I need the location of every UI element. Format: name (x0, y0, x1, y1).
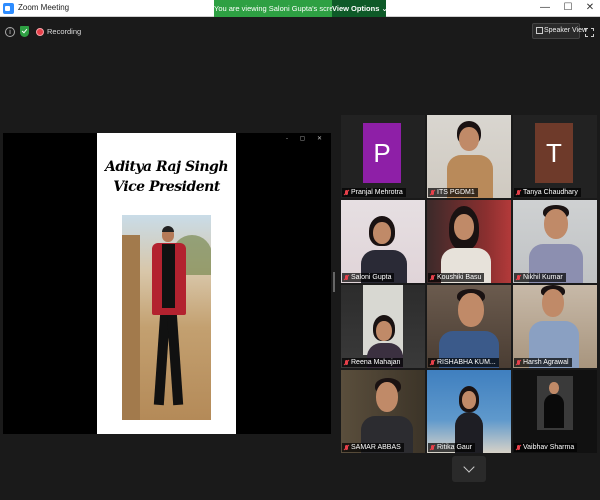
fullscreen-icon[interactable] (585, 28, 594, 37)
participant-tile[interactable]: Saloni Gupta (341, 200, 425, 283)
mic-muted-icon (516, 275, 521, 281)
speaker-view-button[interactable]: Speaker View (532, 23, 587, 39)
participant-name: Tanya Chaudhary (523, 189, 578, 196)
gallery-next-page-button[interactable] (452, 456, 486, 482)
slide-photo (122, 215, 211, 420)
share-banner: You are viewing Saloni Gupta's screen (214, 0, 332, 17)
avatar: P (363, 123, 401, 183)
mic-muted-icon (516, 360, 521, 366)
mic-muted-icon (344, 445, 349, 451)
participant-name: Ritika Gaur (437, 444, 473, 451)
participant-tile[interactable]: Koushiki Basu (427, 200, 511, 283)
participant-tile[interactable]: Nikhil Kumar (513, 200, 597, 283)
participant-name: RISHABHA KUM... (437, 359, 496, 366)
mic-muted-icon (344, 190, 349, 196)
grid-icon (536, 27, 543, 34)
zoom-logo-icon (3, 3, 14, 14)
avatar: T (535, 123, 573, 183)
slide: Aditya Raj Singh Vice President (97, 133, 236, 434)
participant-name: SAMAR ABBAS (351, 444, 401, 451)
mic-muted-icon (344, 360, 349, 366)
speaker-view-label: Speaker View (544, 27, 588, 34)
participant-video (427, 200, 511, 283)
participant-name: Nikhil Kumar (523, 274, 563, 281)
participant-video (341, 200, 425, 283)
participant-name: Vaibhav Sharma (523, 444, 575, 451)
participant-gallery: P Pranjal Mehrotra ITS PGDM1 T Tanya Cha… (341, 115, 597, 455)
mic-muted-icon (430, 360, 435, 366)
participant-video (427, 115, 511, 198)
minimize-button[interactable]: — (538, 2, 552, 14)
participant-tile[interactable]: T Tanya Chaudhary (513, 115, 597, 198)
participant-tile[interactable]: ITS PGDM1 (427, 115, 511, 198)
participant-video (341, 370, 425, 453)
shield-icon[interactable] (20, 26, 29, 37)
splitter-handle[interactable] (333, 272, 335, 292)
participant-name: Koushiki Basu (437, 274, 482, 281)
participant-video (513, 370, 597, 453)
participant-name: Pranjal Mehrotra (351, 189, 403, 196)
shared-screen[interactable]: - ▢ ✕ Aditya Raj Singh Vice President (3, 133, 331, 434)
window-title: Zoom Meeting (18, 3, 70, 12)
participant-name: Saloni Gupta (351, 274, 392, 281)
mic-muted-icon (344, 275, 349, 281)
participant-name: Reena Mahajan (351, 359, 401, 366)
participant-tile[interactable]: Harsh Agrawal (513, 285, 597, 368)
participant-video (427, 285, 511, 368)
participant-tile[interactable]: SAMAR ABBAS (341, 370, 425, 453)
recording-icon (36, 28, 44, 36)
participant-tile-active-speaker[interactable]: Ritika Gaur (427, 370, 511, 453)
title-bar: Zoom Meeting You are viewing Saloni Gupt… (0, 0, 600, 17)
participant-video (341, 285, 425, 368)
participant-video (513, 200, 597, 283)
view-options-button[interactable]: View Options ⌄ (332, 0, 388, 17)
info-icon[interactable]: i (5, 27, 15, 37)
participant-video (513, 285, 597, 368)
slide-name: Aditya Raj Singh (104, 159, 229, 175)
participant-tile[interactable]: Reena Mahajan (341, 285, 425, 368)
mic-muted-icon (516, 190, 521, 196)
participant-name: ITS PGDM1 (437, 189, 475, 196)
participant-tile[interactable]: Vaibhav Sharma (513, 370, 597, 453)
close-button[interactable]: ✕ (583, 2, 597, 14)
slide-role: Vice President (113, 179, 220, 195)
participant-tile[interactable]: RISHABHA KUM... (427, 285, 511, 368)
mic-muted-icon (516, 445, 521, 451)
mic-muted-icon (430, 190, 435, 196)
mic-muted-icon (430, 445, 435, 451)
participant-tile[interactable]: P Pranjal Mehrotra (341, 115, 425, 198)
share-window-controls[interactable]: - ▢ ✕ (286, 135, 327, 142)
recording-label: Recording (47, 27, 82, 36)
meeting-top-bar: i Recording Speaker View (0, 18, 600, 48)
participant-video (427, 370, 511, 453)
chevron-down-icon (463, 461, 475, 473)
maximize-button[interactable]: ☐ (561, 2, 575, 14)
mic-muted-icon (430, 275, 435, 281)
participant-name: Harsh Agrawal (523, 359, 569, 366)
